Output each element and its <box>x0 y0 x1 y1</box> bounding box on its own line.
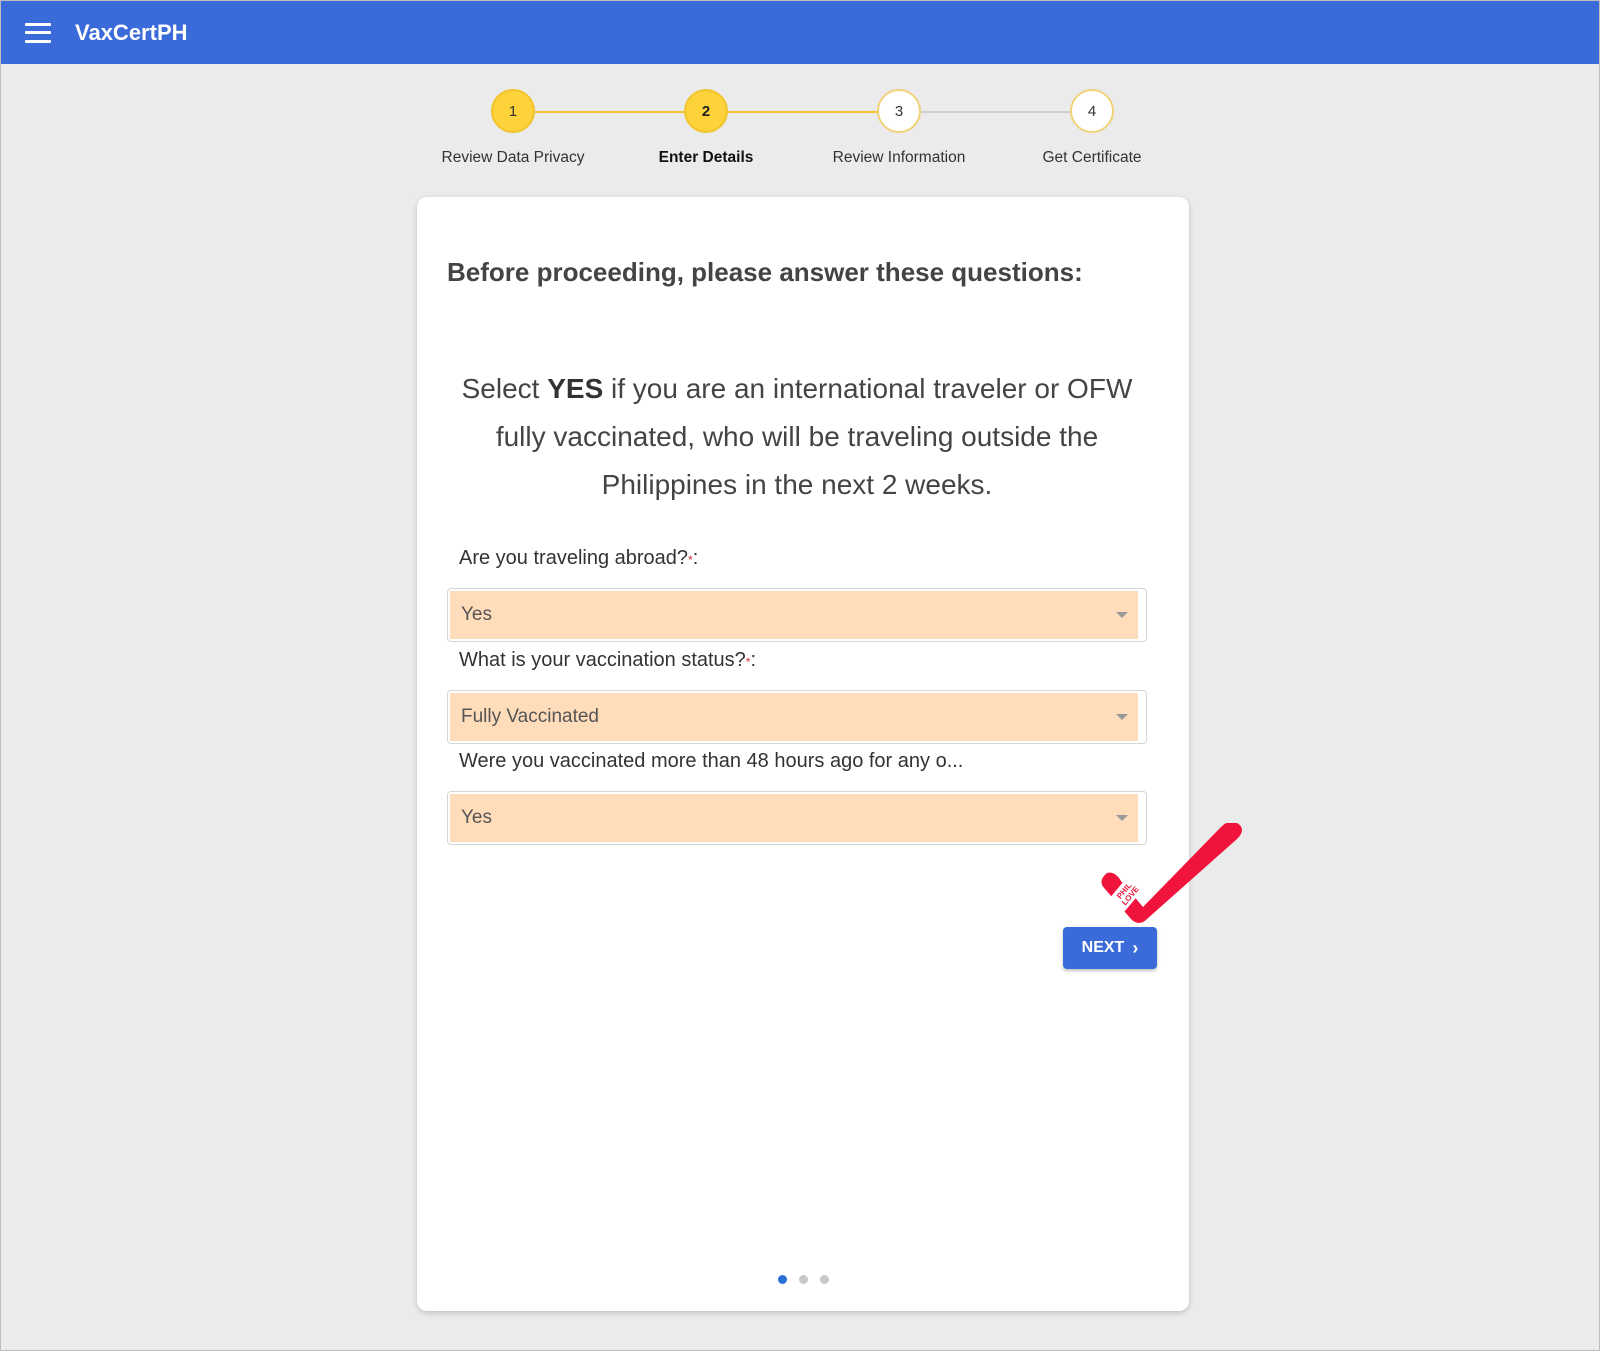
card-heading: Before proceeding, please answer these q… <box>447 257 1083 287</box>
traveling-abroad-select[interactable]: Yes <box>447 588 1147 642</box>
question-text: Are you traveling abroad? <box>459 547 689 569</box>
select-field: Yes <box>450 591 1138 639</box>
select-field: Yes <box>450 794 1138 842</box>
dropdown-caret-icon <box>1116 612 1128 618</box>
selected-value: Fully Vaccinated <box>461 706 599 727</box>
question-text: Were you vaccinated more than 48 hours a… <box>459 750 964 772</box>
instruction-emphasis: YES <box>547 373 604 404</box>
step-review-data-privacy[interactable]: 1 Review Data Privacy <box>413 89 613 167</box>
step-number: 2 <box>684 89 728 133</box>
select-field: Fully Vaccinated <box>450 693 1138 741</box>
step-number: 4 <box>1070 89 1114 133</box>
step-number: 1 <box>491 89 535 133</box>
dropdown-caret-icon <box>1116 714 1128 720</box>
checkmark-icon: PHIL LOVE <box>1101 823 1242 923</box>
step-number: 3 <box>877 89 921 133</box>
step-label: Review Information <box>832 149 966 166</box>
question-vaccination-status-label: What is your vaccination status?*: <box>459 649 756 672</box>
step-label: Get Certificate <box>1042 149 1142 166</box>
pagination-dot-3[interactable] <box>819 1275 829 1284</box>
step-label: Enter Details <box>658 149 754 166</box>
step-review-information[interactable]: 3 Review Information <box>799 89 999 167</box>
pagination-dot-2[interactable] <box>798 1275 808 1284</box>
question-text: What is your vaccination status? <box>459 649 746 671</box>
questions-card: Before proceeding, please answer these q… <box>417 197 1189 1311</box>
step-label: Review Data Privacy <box>441 149 585 166</box>
hamburger-menu-icon[interactable] <box>25 22 51 43</box>
progress-stepper: 1 Review Data Privacy 2 Enter Details 3 … <box>1 89 1600 179</box>
selected-value: Yes <box>461 807 492 828</box>
app-bar: VaxCertPH <box>1 1 1599 64</box>
vaccinated-48-hours-select[interactable]: Yes <box>447 791 1147 845</box>
pagination-dot-1[interactable] <box>777 1275 787 1284</box>
question-vaccinated-48-hours-label: Were you vaccinated more than 48 hours a… <box>459 750 963 773</box>
dropdown-caret-icon <box>1116 815 1128 821</box>
selected-value: Yes <box>461 604 492 625</box>
instruction-prefix: Select <box>461 373 548 404</box>
instruction-text: Select YES if you are an international t… <box>447 365 1147 509</box>
label-colon: : <box>692 547 699 569</box>
step-get-certificate[interactable]: 4 Get Certificate <box>992 89 1192 167</box>
app-title: VaxCertPH <box>75 19 188 45</box>
question-traveling-abroad-label: Are you traveling abroad?*: <box>459 547 698 570</box>
step-enter-details[interactable]: 2 Enter Details <box>606 89 806 167</box>
label-colon: : <box>750 649 757 671</box>
vaccination-status-select[interactable]: Fully Vaccinated <box>447 690 1147 744</box>
pagination-dots <box>417 1275 1189 1284</box>
